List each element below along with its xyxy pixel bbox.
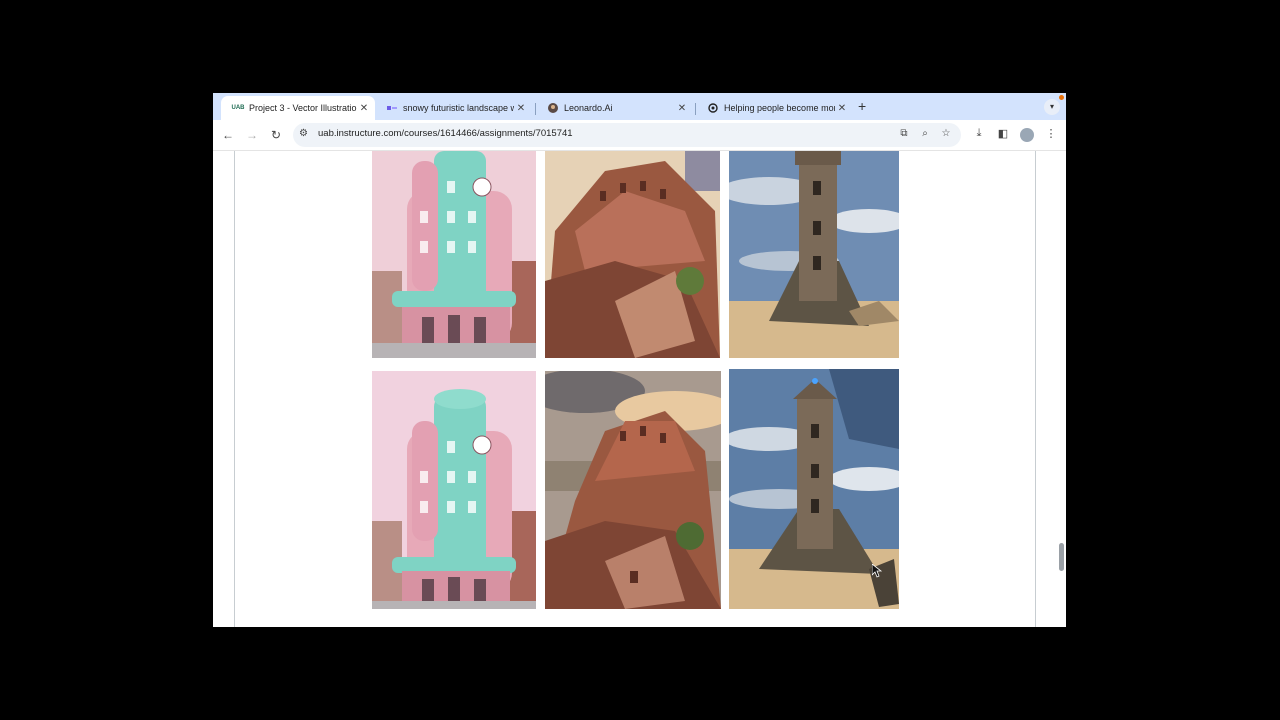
gallery-image-1[interactable] [372,151,536,358]
forward-arrow-icon[interactable]: → [243,126,261,144]
leonardo-gen-icon [387,103,397,113]
close-icon[interactable]: ✕ [357,103,371,114]
install-app-icon[interactable]: ⧉ [897,128,911,139]
tab-title: Helping people become more [724,103,835,113]
page-content[interactable] [213,151,1066,627]
tab-title: snowy futuristic landscape w [403,103,514,113]
content-border-left [234,151,235,627]
new-tab-icon[interactable]: + [858,99,866,113]
site-settings-icon[interactable]: ⚙ [299,128,308,139]
side-panel-icon[interactable]: ◧ [995,127,1011,140]
gallery-image-3[interactable] [729,151,899,358]
recording-indicator-icon [1059,95,1064,100]
tab-strip: UAB Project 3 - Vector Illustration ✕ sn… [213,93,1066,120]
openai-icon [708,103,718,113]
profile-avatar[interactable] [1020,128,1034,142]
close-icon[interactable]: ✕ [675,103,689,114]
address-bar[interactable]: ⚙ uab.instructure.com/courses/1614466/as… [293,123,961,147]
gallery-image-4[interactable] [372,371,536,609]
sandstone-palace-image [545,371,721,609]
pink-teal-building-image [372,371,536,609]
pink-teal-building-image [372,151,536,358]
more-menu-icon[interactable]: ⋮ [1043,127,1059,140]
sandstone-palace-image [545,151,720,358]
back-arrow-icon[interactable]: ← [219,126,237,144]
tab-snowy-landscape[interactable]: snowy futuristic landscape w ✕ [375,96,532,120]
tab-leonardo[interactable]: Leonardo.Ai ✕ [536,96,693,120]
browser-window: UAB Project 3 - Vector Illustration ✕ sn… [213,93,1066,627]
uab-logo-icon: UAB [231,105,245,111]
tab-openai[interactable]: Helping people become more ✕ [696,96,853,120]
scrollbar[interactable] [1056,151,1066,627]
tab-search-chevron-icon[interactable]: ▾ [1044,99,1060,115]
rock-tower-image [729,151,899,358]
scrollbar-thumb[interactable] [1059,543,1064,571]
mouse-pointer-icon [872,564,882,578]
url-text[interactable]: uab.instructure.com/courses/1614466/assi… [318,128,573,139]
tab-title: Leonardo.Ai [564,103,613,113]
content-border-right [1035,151,1036,627]
tab-title: Project 3 - Vector Illustration [249,103,357,113]
tab-project-3[interactable]: UAB Project 3 - Vector Illustration ✕ [221,96,375,120]
toolbar: ← → ↻ ⚙ uab.instructure.com/courses/1614… [213,120,1066,151]
zoom-icon[interactable]: ⌕ [918,128,932,139]
leonardo-icon [548,103,558,113]
download-icon[interactable]: ⤓ [971,127,987,140]
close-icon[interactable]: ✕ [835,103,849,114]
gallery-image-5[interactable] [545,371,721,609]
gallery-image-2[interactable] [545,151,720,358]
reload-icon[interactable]: ↻ [267,126,285,144]
close-icon[interactable]: ✕ [514,103,528,114]
bookmark-star-icon[interactable]: ☆ [939,128,953,139]
